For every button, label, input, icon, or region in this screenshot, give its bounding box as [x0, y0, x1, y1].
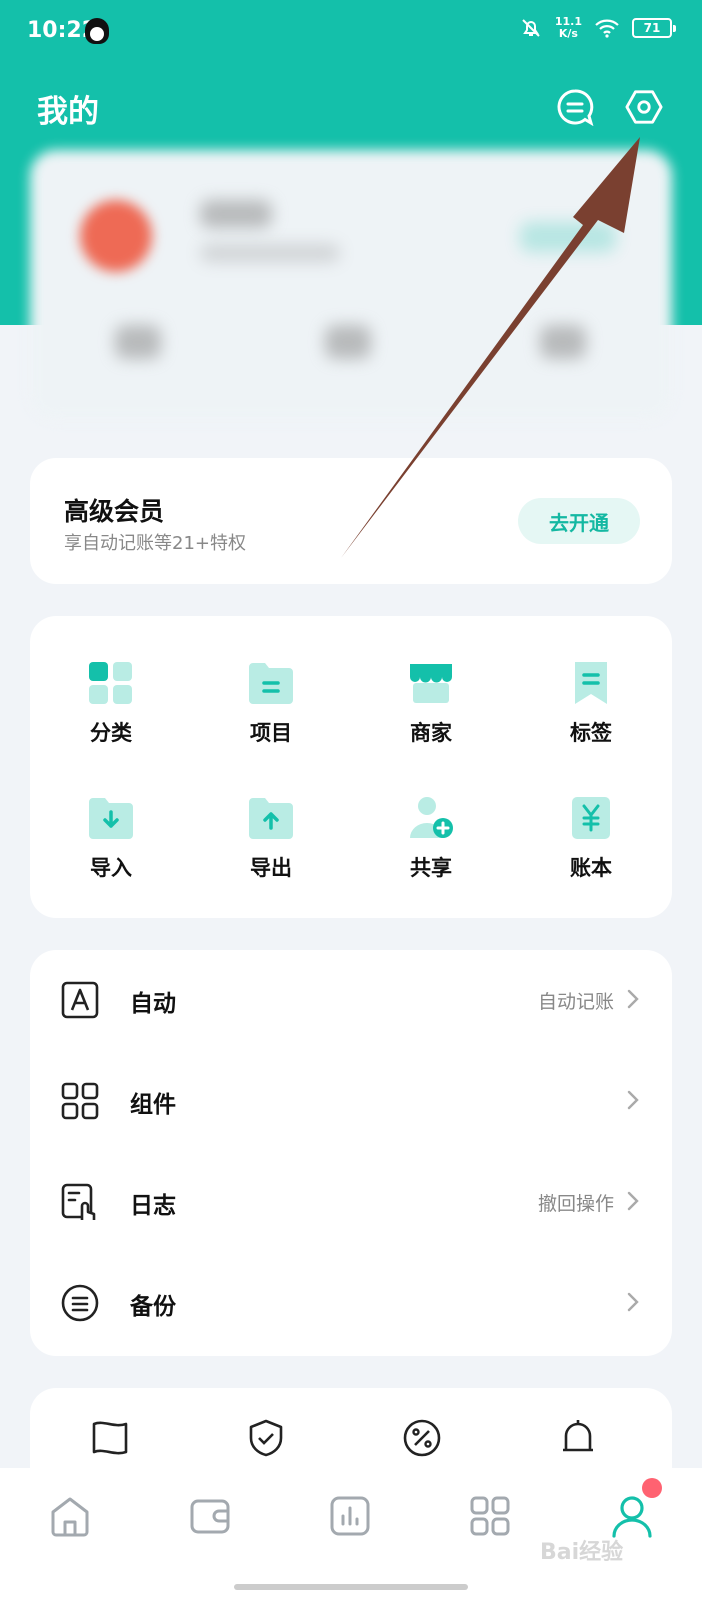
list-label: 日志 — [130, 1193, 176, 1219]
list-item-log[interactable]: 日志 撤回操作 — [30, 1152, 672, 1252]
bell-icon[interactable] — [558, 1418, 598, 1458]
list-value: 撤回操作 — [537, 1193, 614, 1215]
grid-item-tag[interactable]: 标签 — [531, 661, 651, 747]
mute-icon — [522, 19, 540, 37]
list-label: 自动 — [130, 991, 176, 1017]
status-right: 11.1 K/s 71 — [519, 16, 676, 40]
avatar[interactable] — [80, 200, 152, 272]
grid-label: 分类 — [90, 721, 132, 745]
profile-card[interactable] — [30, 150, 672, 420]
stat-2-blur — [325, 325, 371, 359]
list-value: 自动记账 — [537, 991, 614, 1013]
discount-icon[interactable] — [402, 1418, 442, 1458]
profile-icon[interactable] — [610, 1494, 654, 1538]
settings-list-card: 自动 自动记账 组件 日志 撤回操作 备份 — [30, 950, 672, 1356]
vip-card[interactable]: 高级会员 享自动记账等21+特权 去开通 — [30, 458, 672, 584]
share-user-icon — [410, 797, 453, 838]
chevron-right-icon — [627, 1191, 639, 1211]
qq-notification-icon — [85, 18, 109, 44]
list-label: 备份 — [130, 1294, 176, 1320]
grid-label: 共享 — [410, 856, 452, 880]
net-speed-unit: K/s — [558, 27, 578, 40]
battery-indicator: 71 — [632, 18, 676, 38]
grid-item-category[interactable]: 分类 — [51, 661, 171, 747]
apps-icon[interactable] — [468, 1494, 512, 1538]
shield-icon[interactable] — [246, 1418, 286, 1458]
page-title: 我的 — [37, 94, 99, 130]
flag-icon[interactable] — [90, 1418, 130, 1458]
wifi-icon — [595, 19, 619, 38]
notification-badge — [642, 1478, 662, 1498]
store-icon — [410, 664, 452, 703]
list-item-widgets[interactable]: 组件 — [30, 1051, 672, 1151]
grid-label: 商家 — [410, 721, 452, 745]
widgets-icon — [61, 1082, 99, 1120]
stat-3-blur — [540, 325, 586, 359]
grid-item-share[interactable]: 共享 — [371, 796, 491, 882]
vip-subtitle: 享自动记账等21+特权 — [64, 533, 246, 554]
folder-icon — [249, 663, 293, 704]
log-icon — [61, 1183, 96, 1220]
grid-label: 导入 — [90, 856, 132, 880]
username-blur — [200, 200, 272, 228]
grid-item-merchant[interactable]: 商家 — [371, 661, 491, 747]
import-icon — [89, 798, 133, 839]
net-speed: 11.1 K/s — [555, 16, 582, 40]
vip-open-button[interactable]: 去开通 — [518, 498, 640, 544]
chevron-right-icon — [627, 1090, 639, 1110]
grid-label: 标签 — [570, 721, 612, 745]
tools-grid-card: 分类 项目 商家 标签 导入 导出 共享 账本 — [30, 616, 672, 918]
home-icon[interactable] — [48, 1494, 92, 1538]
grid-item-import[interactable]: 导入 — [51, 796, 171, 882]
export-icon — [249, 798, 293, 839]
list-item-backup[interactable]: 备份 — [30, 1253, 672, 1353]
tag-icon — [575, 662, 607, 704]
home-indicator — [234, 1584, 468, 1590]
grid-item-project[interactable]: 项目 — [211, 661, 331, 747]
backup-icon — [61, 1284, 99, 1322]
category-icon — [89, 662, 132, 704]
grid-item-export[interactable]: 导出 — [211, 796, 331, 882]
profile-action-blur — [520, 222, 616, 252]
grid-label: 账本 — [570, 856, 612, 880]
stat-1-blur — [115, 325, 161, 359]
list-label: 组件 — [130, 1092, 176, 1118]
chevron-right-icon — [627, 989, 639, 1009]
wallet-icon[interactable] — [188, 1494, 232, 1538]
chevron-right-icon — [627, 1292, 639, 1312]
baidu-watermark: Bai经验 — [540, 1540, 624, 1565]
list-item-auto[interactable]: 自动 自动记账 — [30, 950, 672, 1050]
status-bar: 10:22 11.1 K/s 71 — [0, 0, 702, 64]
stats-icon[interactable] — [328, 1494, 372, 1538]
ledger-icon — [572, 797, 610, 839]
auto-a-icon — [61, 981, 99, 1019]
user-info-blur — [200, 244, 340, 262]
grid-label: 项目 — [250, 721, 292, 745]
grid-label: 导出 — [250, 856, 292, 880]
vip-title: 高级会员 — [64, 497, 165, 526]
message-icon[interactable] — [556, 88, 594, 126]
settings-hexagon-icon[interactable] — [625, 88, 663, 126]
grid-item-ledger[interactable]: 账本 — [531, 796, 651, 882]
